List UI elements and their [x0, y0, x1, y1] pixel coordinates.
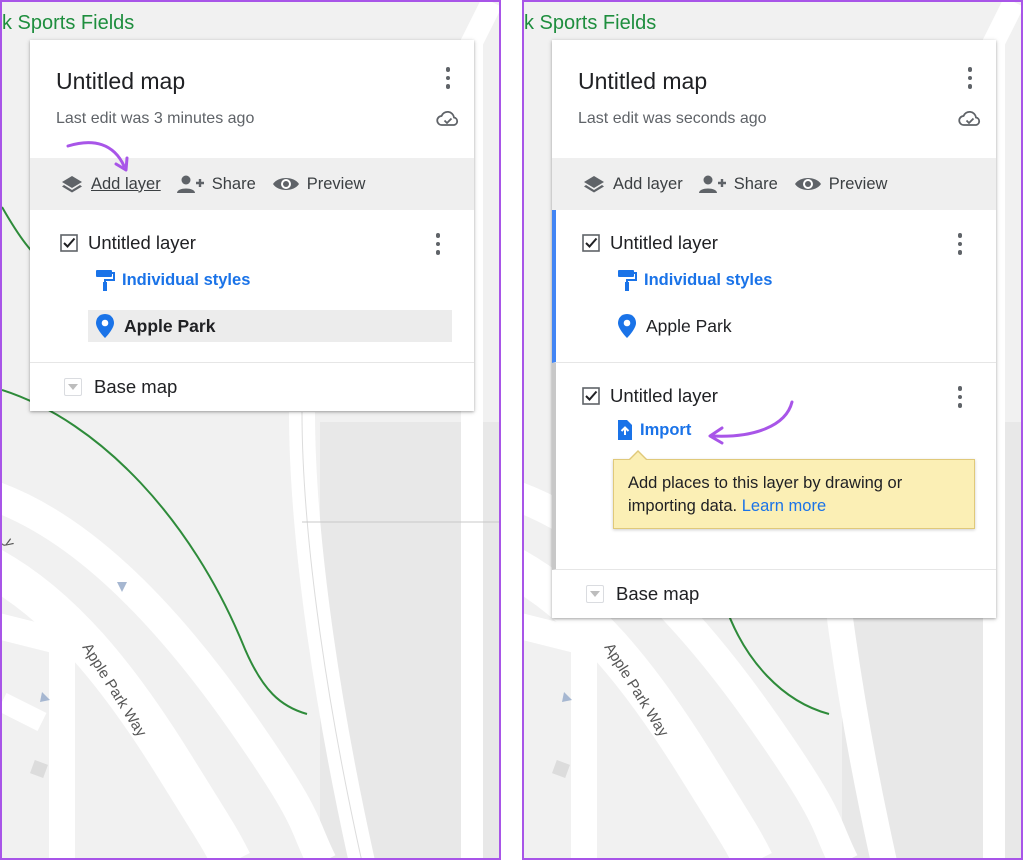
layer-header: Untitled layer [60, 232, 196, 254]
map-area-label: k Sports Fields [524, 12, 657, 34]
preview-button[interactable]: Preview [272, 174, 366, 194]
layer-name[interactable]: Untitled layer [610, 232, 718, 254]
add-layer-button[interactable]: Add layer [582, 174, 683, 194]
preview-label: Preview [828, 174, 888, 193]
eye-icon [794, 178, 821, 190]
map-title[interactable]: Untitled map [578, 68, 707, 95]
last-edit-status: Last edit was seconds ago [578, 110, 767, 127]
share-button[interactable]: Share [698, 174, 778, 194]
individual-styles-link[interactable]: Individual styles [94, 268, 250, 292]
paint-roller-icon [618, 270, 637, 291]
layers-icon [584, 176, 604, 193]
layers-icon [62, 176, 82, 193]
chevron-down-icon[interactable] [64, 378, 82, 396]
layer-visibility-checkbox-icon[interactable] [60, 234, 78, 252]
base-map-label: Base map [94, 376, 178, 397]
cloud-icon [958, 110, 981, 126]
annotation-arrow [66, 141, 129, 172]
last-edit-status: Last edit was 3 minutes ago [56, 110, 255, 127]
map-title[interactable]: Untitled map [56, 68, 185, 95]
individual-styles-label: Individual styles [122, 270, 251, 289]
import-label: Import [640, 420, 692, 439]
place-item-apple-park[interactable]: Apple Park [610, 310, 974, 342]
layer-name[interactable]: Untitled layer [88, 232, 196, 254]
layer-header: Untitled layer [582, 232, 718, 254]
layer-options-kebab-icon[interactable] [948, 383, 972, 411]
layer-item: Untitled layer Individual styles Apple P… [30, 210, 474, 363]
layer-item: Untitled layer Import Add places to this… [552, 363, 996, 570]
left-screenshot-panel: Apple Park Way y k Sports Fields Untitle… [0, 0, 501, 860]
layer-name[interactable]: Untitled layer [610, 385, 718, 407]
layer-visibility-checkbox-icon[interactable] [582, 387, 600, 405]
learn-more-link[interactable]: Learn more [742, 497, 826, 515]
annotation-arrow [708, 400, 794, 445]
individual-styles-link[interactable]: Individual styles [616, 268, 772, 292]
map-editor-card: Untitled map Last edit was 3 minutes ago… [30, 40, 474, 411]
base-map-label: Base map [616, 583, 700, 604]
map-toolbar: Add layer Share Preview [552, 158, 996, 210]
base-map-row[interactable]: Base map [30, 363, 474, 411]
layer-visibility-checkbox-icon[interactable] [582, 234, 600, 252]
import-link[interactable]: Import [616, 419, 691, 441]
share-label: Share [211, 174, 256, 193]
add-person-icon [698, 175, 726, 193]
share-button[interactable]: Share [176, 174, 256, 194]
place-name: Apple Park [646, 315, 732, 336]
place-name: Apple Park [124, 315, 216, 336]
right-screenshot-panel: Apple Park Way k Sports Fields Untitled … [522, 0, 1023, 860]
place-item-apple-park[interactable]: Apple Park [88, 310, 452, 342]
layer-options-kebab-icon[interactable] [426, 230, 450, 258]
map-editor-card: Untitled map Last edit was seconds ago A… [552, 40, 996, 618]
import-hint-tooltip: Add places to this layer by drawing or i… [613, 450, 975, 529]
place-pin-icon [96, 314, 114, 338]
base-map-row[interactable]: Base map [552, 570, 996, 618]
layer-item: Untitled layer Individual styles Apple P… [552, 210, 996, 363]
layer-header: Untitled layer [582, 385, 718, 407]
individual-styles-label: Individual styles [644, 270, 773, 289]
map-options-kebab-icon[interactable] [958, 64, 982, 92]
add-layer-label: Add layer [91, 174, 161, 193]
paint-roller-icon [96, 270, 115, 291]
cloud-icon [436, 110, 459, 126]
preview-label: Preview [306, 174, 366, 193]
import-icon [618, 420, 632, 440]
share-label: Share [733, 174, 778, 193]
add-layer-label: Add layer [613, 174, 683, 193]
chevron-down-icon[interactable] [586, 585, 604, 603]
add-person-icon [176, 175, 204, 193]
card-header: Untitled map Last edit was seconds ago [552, 40, 996, 158]
add-layer-button[interactable]: Add layer [60, 174, 161, 194]
preview-button[interactable]: Preview [794, 174, 888, 194]
map-options-kebab-icon[interactable] [436, 64, 460, 92]
map-area-label: k Sports Fields [2, 12, 135, 34]
eye-icon [272, 178, 299, 190]
place-pin-icon [618, 314, 636, 338]
layer-options-kebab-icon[interactable] [948, 230, 972, 258]
